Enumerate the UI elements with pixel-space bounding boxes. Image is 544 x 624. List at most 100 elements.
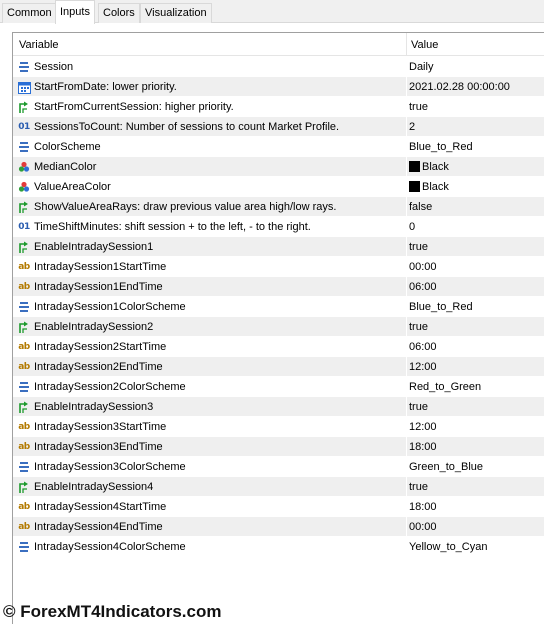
color-icon [17, 160, 31, 174]
table-row[interactable]: ab IntradaySession4EndTime 00:00 [13, 517, 544, 537]
table-row[interactable]: ShowValueAreaRays: draw previous value a… [13, 197, 544, 217]
string-icon: ab [18, 262, 30, 272]
column-divider [406, 477, 407, 497]
value-cell[interactable]: Black [409, 161, 449, 173]
string-icon: ab [18, 342, 30, 352]
variable-name: IntradaySession1EndTime [34, 281, 163, 293]
table-row[interactable]: EnableIntradaySession4 true [13, 477, 544, 497]
column-divider [406, 197, 407, 217]
variable-column-header[interactable]: Variable [19, 39, 59, 51]
variable-name: IntradaySession1StartTime [34, 261, 167, 273]
table-row[interactable]: ab IntradaySession4StartTime 18:00 [13, 497, 544, 517]
column-divider [406, 497, 407, 517]
table-row[interactable]: IntradaySession4ColorScheme Yellow_to_Cya… [13, 537, 544, 557]
tab-common[interactable]: Common [2, 3, 57, 23]
variable-name: IntradaySession3ColorScheme [34, 461, 186, 473]
variable-name: EnableIntradaySession3 [34, 401, 154, 413]
table-row[interactable]: ab IntradaySession1EndTime 06:00 [13, 277, 544, 297]
column-divider [406, 357, 407, 377]
table-row[interactable]: IntradaySession2ColorScheme Red_to_Green [13, 377, 544, 397]
value-cell[interactable]: false [409, 201, 432, 213]
column-divider [406, 137, 407, 157]
bool-icon [17, 240, 31, 254]
variable-name: EnableIntradaySession1 [34, 241, 154, 253]
value-cell[interactable]: Red_to_Green [409, 381, 481, 393]
value-cell[interactable]: 06:00 [409, 341, 437, 353]
variable-name: IntradaySession1ColorScheme [34, 301, 186, 313]
value-cell[interactable]: 00:00 [409, 261, 437, 273]
table-row[interactable]: IntradaySession1ColorScheme Blue_to_Red [13, 297, 544, 317]
bool-icon [17, 320, 31, 334]
table-row[interactable]: EnableIntradaySession2 true [13, 317, 544, 337]
string-icon: ab [18, 522, 30, 532]
variable-name: IntradaySession2StartTime [34, 341, 167, 353]
table-row[interactable]: ColorScheme Blue_to_Red [13, 137, 544, 157]
value-cell[interactable]: true [409, 401, 428, 413]
variable-name: IntradaySession2ColorScheme [34, 381, 186, 393]
value-cell[interactable]: Daily [409, 61, 433, 73]
variable-name: TimeShiftMinutes: shift session + to the… [34, 221, 311, 233]
tab-bar: Common Inputs Colors Visualization [0, 0, 544, 24]
table-row[interactable]: StartFromDate: lower priority. 2021.02.28… [13, 77, 544, 97]
table-row[interactable]: Session Daily [13, 57, 544, 77]
value-cell[interactable]: Blue_to_Red [409, 141, 473, 153]
column-divider [406, 537, 407, 557]
column-divider [406, 397, 407, 417]
value-cell[interactable]: true [409, 101, 428, 113]
table-row[interactable]: ab IntradaySession2StartTime 06:00 [13, 337, 544, 357]
tab-colors[interactable]: Colors [98, 3, 140, 23]
variable-name: MedianColor [34, 161, 97, 173]
string-icon: ab [18, 362, 30, 372]
value-cell[interactable]: true [409, 321, 428, 333]
table-row[interactable]: StartFromCurrentSession: higher priority… [13, 97, 544, 117]
watermark: © ForexMT4Indicators.com [3, 602, 222, 621]
column-divider [406, 297, 407, 317]
value-cell[interactable]: 12:00 [409, 421, 437, 433]
table-row[interactable]: ab IntradaySession1StartTime 00:00 [13, 257, 544, 277]
value-cell[interactable]: 18:00 [409, 441, 437, 453]
table-row[interactable]: ValueAreaColor Black [13, 177, 544, 197]
column-divider [406, 257, 407, 277]
column-divider [406, 117, 407, 137]
string-icon: ab [18, 502, 30, 512]
table-row[interactable]: 01 TimeShiftMinutes: shift session + to t… [13, 217, 544, 237]
variable-name: IntradaySession3StartTime [34, 421, 167, 433]
rows-container: Session Daily StartFromDate: lower priorit… [13, 57, 544, 557]
table-row[interactable]: EnableIntradaySession3 true [13, 397, 544, 417]
value-cell[interactable]: Green_to_Blue [409, 461, 483, 473]
value-cell[interactable]: 12:00 [409, 361, 437, 373]
value-cell[interactable]: 2 [409, 121, 415, 133]
tab-visualization[interactable]: Visualization [140, 3, 212, 23]
variable-name: Session [34, 61, 74, 73]
value-cell[interactable]: true [409, 481, 428, 493]
value-cell[interactable]: 2021.02.28 00:00:00 [409, 81, 510, 93]
value-text: Black [422, 181, 449, 193]
value-cell[interactable]: 00:00 [409, 521, 437, 533]
table-row[interactable]: ab IntradaySession3StartTime 12:00 [13, 417, 544, 437]
value-cell[interactable]: 06:00 [409, 281, 437, 293]
enum-icon [17, 460, 31, 474]
bool-icon [17, 100, 31, 114]
table-row[interactable]: EnableIntradaySession1 true [13, 237, 544, 257]
value-cell[interactable]: Black [409, 181, 449, 193]
enum-icon [17, 60, 31, 74]
value-cell[interactable]: true [409, 241, 428, 253]
value-cell[interactable]: 18:00 [409, 501, 437, 513]
variable-name: IntradaySession4EndTime [34, 521, 163, 533]
value-text: Black [422, 161, 449, 173]
variable-name: SessionsToCount: Number of sessions to c… [34, 121, 340, 133]
string-icon: ab [18, 282, 30, 292]
table-row[interactable]: ab IntradaySession3EndTime 18:00 [13, 437, 544, 457]
column-divider [406, 457, 407, 477]
value-cell[interactable]: Yellow_to_Cyan [409, 541, 487, 553]
table-row[interactable]: MedianColor Black [13, 157, 544, 177]
value-cell[interactable]: Blue_to_Red [409, 301, 473, 313]
value-column-header[interactable]: Value [411, 39, 438, 51]
table-row[interactable]: IntradaySession3ColorScheme Green_to_Blue [13, 457, 544, 477]
header-divider[interactable] [406, 33, 407, 56]
value-cell[interactable]: 0 [409, 221, 415, 233]
table-row[interactable]: 01 SessionsToCount: Number of sessions to… [13, 117, 544, 137]
column-divider [406, 57, 407, 77]
table-row[interactable]: ab IntradaySession2EndTime 12:00 [13, 357, 544, 377]
tab-inputs[interactable]: Inputs [55, 0, 95, 24]
